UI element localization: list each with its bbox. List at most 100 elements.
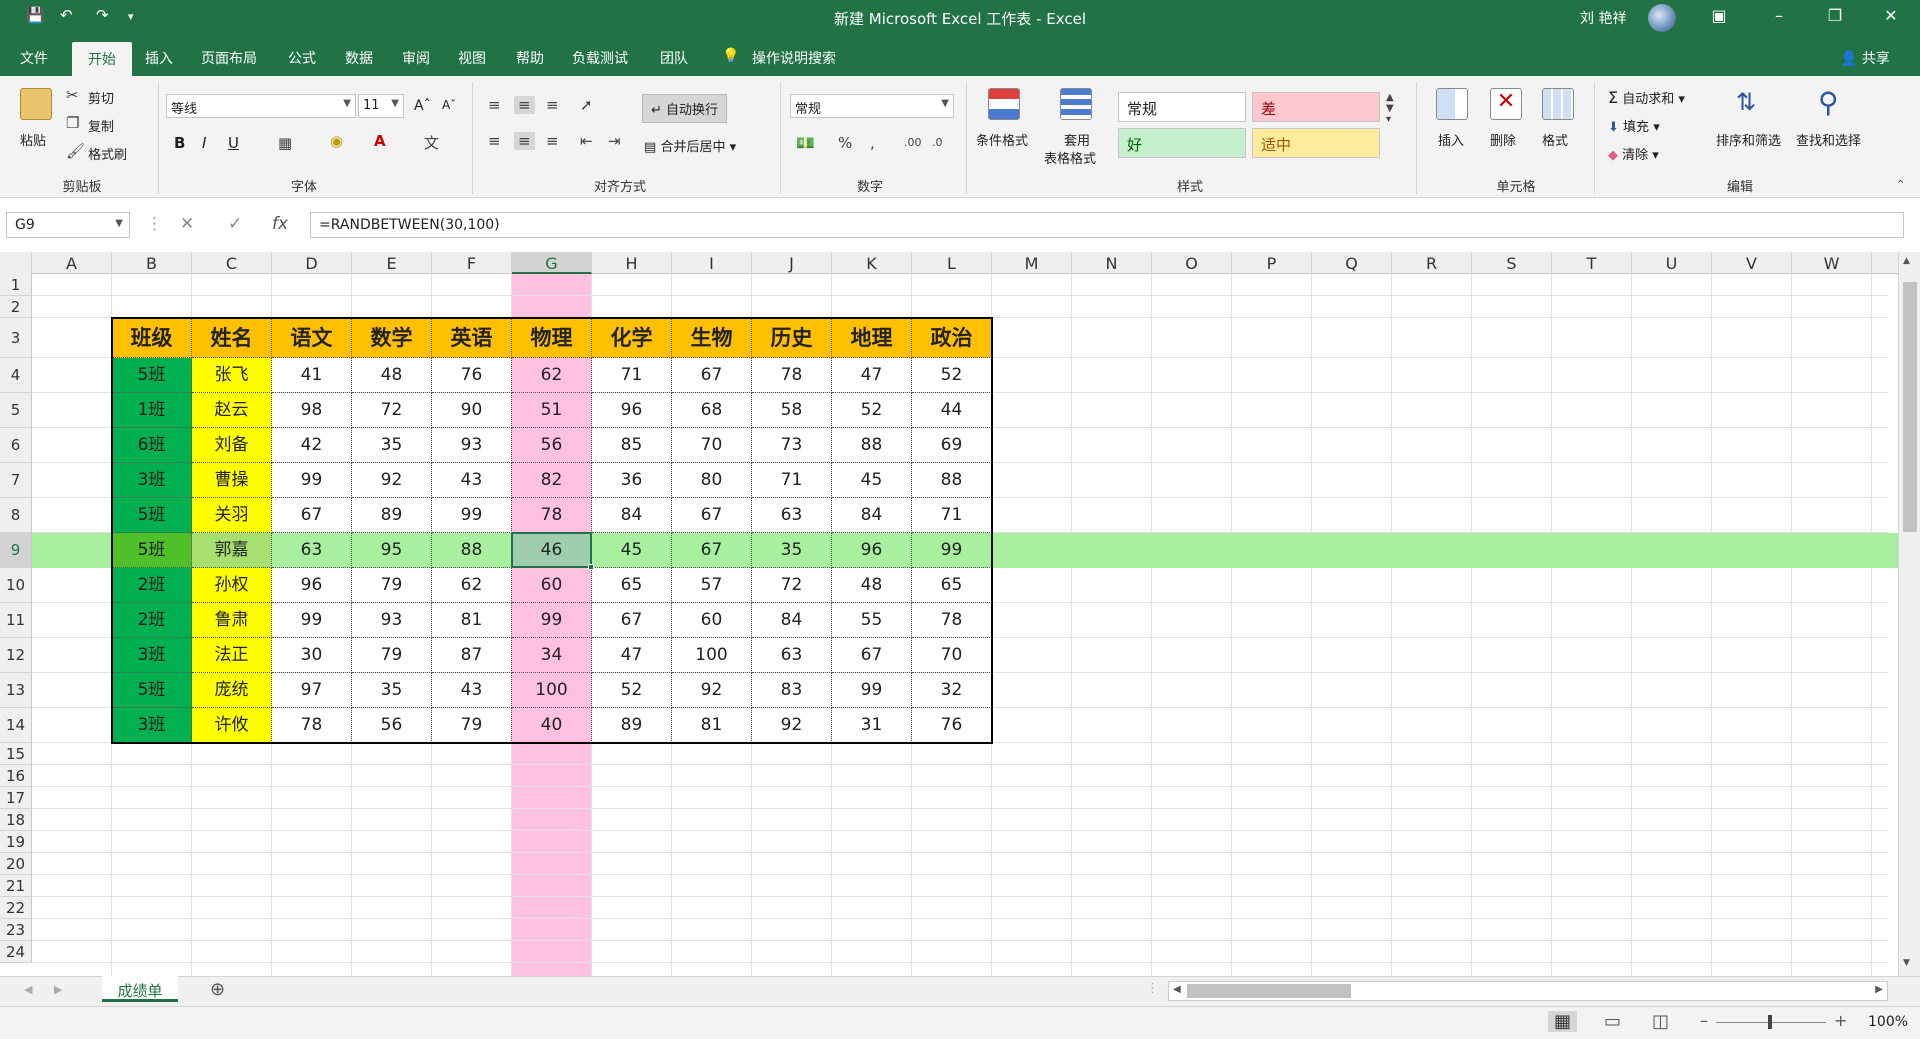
sort-filter-button[interactable]: 排序和筛选: [1716, 130, 1781, 149]
row-header-16[interactable]: 16: [0, 765, 32, 787]
conditional-format-button[interactable]: 条件格式: [976, 130, 1028, 149]
table-cell[interactable]: 92: [672, 673, 752, 708]
column-header-d[interactable]: D: [272, 252, 352, 274]
align-right-icon[interactable]: ≡: [546, 132, 559, 150]
sheet-tab-scores[interactable]: 成绩单: [102, 976, 178, 1002]
restore-icon[interactable]: ❐: [1820, 6, 1850, 25]
table-cell[interactable]: 43: [432, 463, 512, 498]
table-cell[interactable]: 2班: [112, 568, 192, 603]
table-header-cell[interactable]: 语文: [272, 318, 352, 358]
table-header-cell[interactable]: 化学: [592, 318, 672, 358]
table-cell[interactable]: 85: [592, 428, 672, 463]
row-header-11[interactable]: 11: [0, 603, 32, 638]
name-box[interactable]: G9 ▼: [6, 212, 130, 238]
lightbulb-icon[interactable]: 💡: [722, 48, 739, 64]
scroll-left-icon[interactable]: ◀: [1173, 984, 1181, 995]
enter-icon[interactable]: ✓: [228, 214, 242, 234]
table-cell[interactable]: 63: [752, 498, 832, 533]
table-cell[interactable]: 67: [672, 358, 752, 393]
table-cell[interactable]: 30: [272, 638, 352, 673]
table-cell[interactable]: 张飞: [192, 358, 272, 393]
table-cell[interactable]: 46: [512, 533, 592, 568]
worksheet-grid[interactable]: ABCDEFGHIJKLMNOPQRSTUVW 1 2 3 4 5 6 7 8 9 10 11 12 1…: [0, 252, 1920, 976]
table-cell[interactable]: 100: [512, 673, 592, 708]
row-header-6[interactable]: 6: [0, 428, 32, 463]
decrease-decimal-icon[interactable]: .0: [932, 136, 943, 149]
add-sheet-icon[interactable]: ⊕: [210, 979, 225, 1000]
table-cell[interactable]: 35: [752, 533, 832, 568]
grow-font-button[interactable]: Aˆ: [414, 98, 431, 114]
select-all-corner[interactable]: [0, 252, 32, 274]
tab-team[interactable]: 团队: [660, 48, 688, 68]
table-cell[interactable]: 96: [832, 533, 912, 568]
decrease-indent-icon[interactable]: ⇤: [580, 132, 593, 150]
table-cell[interactable]: 88: [432, 533, 512, 568]
find-select-icon[interactable]: ⚲: [1818, 86, 1839, 119]
formula-input[interactable]: =RANDBETWEEN(30,100): [310, 212, 1904, 238]
autosum-button[interactable]: Σ 自动求和 ▾: [1608, 88, 1685, 107]
table-cell[interactable]: 67: [672, 498, 752, 533]
increase-indent-icon[interactable]: ⇥: [608, 132, 621, 150]
font-color-icon[interactable]: A: [374, 132, 386, 150]
row-header-20[interactable]: 20: [0, 853, 32, 875]
table-cell[interactable]: 55: [832, 603, 912, 638]
tab-page-layout[interactable]: 页面布局: [201, 48, 257, 68]
comma-icon[interactable]: ,: [870, 134, 875, 152]
table-cell[interactable]: 52: [592, 673, 672, 708]
table-cell[interactable]: 47: [592, 638, 672, 673]
table-cell[interactable]: 99: [432, 498, 512, 533]
merge-center-button[interactable]: ▤ 合并后居中 ▾: [644, 136, 736, 155]
table-cell[interactable]: 78: [272, 708, 352, 743]
table-cell[interactable]: 83: [752, 673, 832, 708]
table-cell[interactable]: 51: [512, 393, 592, 428]
copy-button[interactable]: 复制: [88, 116, 114, 135]
align-top-icon[interactable]: ≡: [488, 96, 501, 114]
column-header-i[interactable]: I: [672, 252, 752, 274]
table-cell[interactable]: 99: [272, 603, 352, 638]
borders-icon[interactable]: ▦: [278, 134, 292, 152]
scroll-down-icon[interactable]: ▼: [1903, 958, 1910, 968]
table-cell[interactable]: 84: [832, 498, 912, 533]
table-header-cell[interactable]: 地理: [832, 318, 912, 358]
table-cell[interactable]: 99: [832, 673, 912, 708]
table-cell[interactable]: 鲁肃: [192, 603, 272, 638]
fill-handle[interactable]: [588, 564, 594, 570]
row-header-7[interactable]: 7: [0, 463, 32, 498]
insert-cells-button[interactable]: 插入: [1438, 130, 1464, 149]
table-cell[interactable]: 80: [672, 463, 752, 498]
row-header-18[interactable]: 18: [0, 809, 32, 831]
normal-view-icon[interactable]: ▦: [1548, 1011, 1578, 1032]
table-cell[interactable]: 法正: [192, 638, 272, 673]
table-cell[interactable]: 97: [272, 673, 352, 708]
column-header-o[interactable]: O: [1152, 252, 1232, 274]
table-cell[interactable]: 79: [352, 568, 432, 603]
column-header-u[interactable]: U: [1632, 252, 1712, 274]
tab-formulas[interactable]: 公式: [288, 48, 316, 68]
table-cell[interactable]: 76: [432, 358, 512, 393]
table-cell[interactable]: 5班: [112, 358, 192, 393]
table-cell[interactable]: 65: [912, 568, 992, 603]
table-cell[interactable]: 65: [592, 568, 672, 603]
table-cell[interactable]: 34: [512, 638, 592, 673]
table-cell[interactable]: 81: [432, 603, 512, 638]
column-header-w[interactable]: W: [1792, 252, 1872, 274]
shrink-font-button[interactable]: Aˇ: [442, 98, 456, 112]
table-cell[interactable]: 73: [752, 428, 832, 463]
table-cell[interactable]: 62: [512, 358, 592, 393]
format-table-icon[interactable]: [1060, 88, 1092, 120]
table-cell[interactable]: 89: [592, 708, 672, 743]
table-cell[interactable]: 89: [352, 498, 432, 533]
format-table-label-2[interactable]: 表格格式: [1044, 148, 1096, 167]
row-header-9[interactable]: 9: [0, 533, 32, 568]
table-cell[interactable]: 82: [512, 463, 592, 498]
table-cell[interactable]: 95: [352, 533, 432, 568]
table-cell[interactable]: 71: [592, 358, 672, 393]
zoom-in-icon[interactable]: +: [1834, 1011, 1847, 1030]
table-cell[interactable]: 90: [432, 393, 512, 428]
table-header-cell[interactable]: 物理: [512, 318, 592, 358]
table-cell[interactable]: 56: [352, 708, 432, 743]
scroll-up-icon[interactable]: ▲: [1903, 256, 1910, 266]
percent-icon[interactable]: %: [838, 134, 852, 152]
table-cell[interactable]: 42: [272, 428, 352, 463]
tell-me-search[interactable]: 操作说明搜索: [752, 48, 836, 68]
